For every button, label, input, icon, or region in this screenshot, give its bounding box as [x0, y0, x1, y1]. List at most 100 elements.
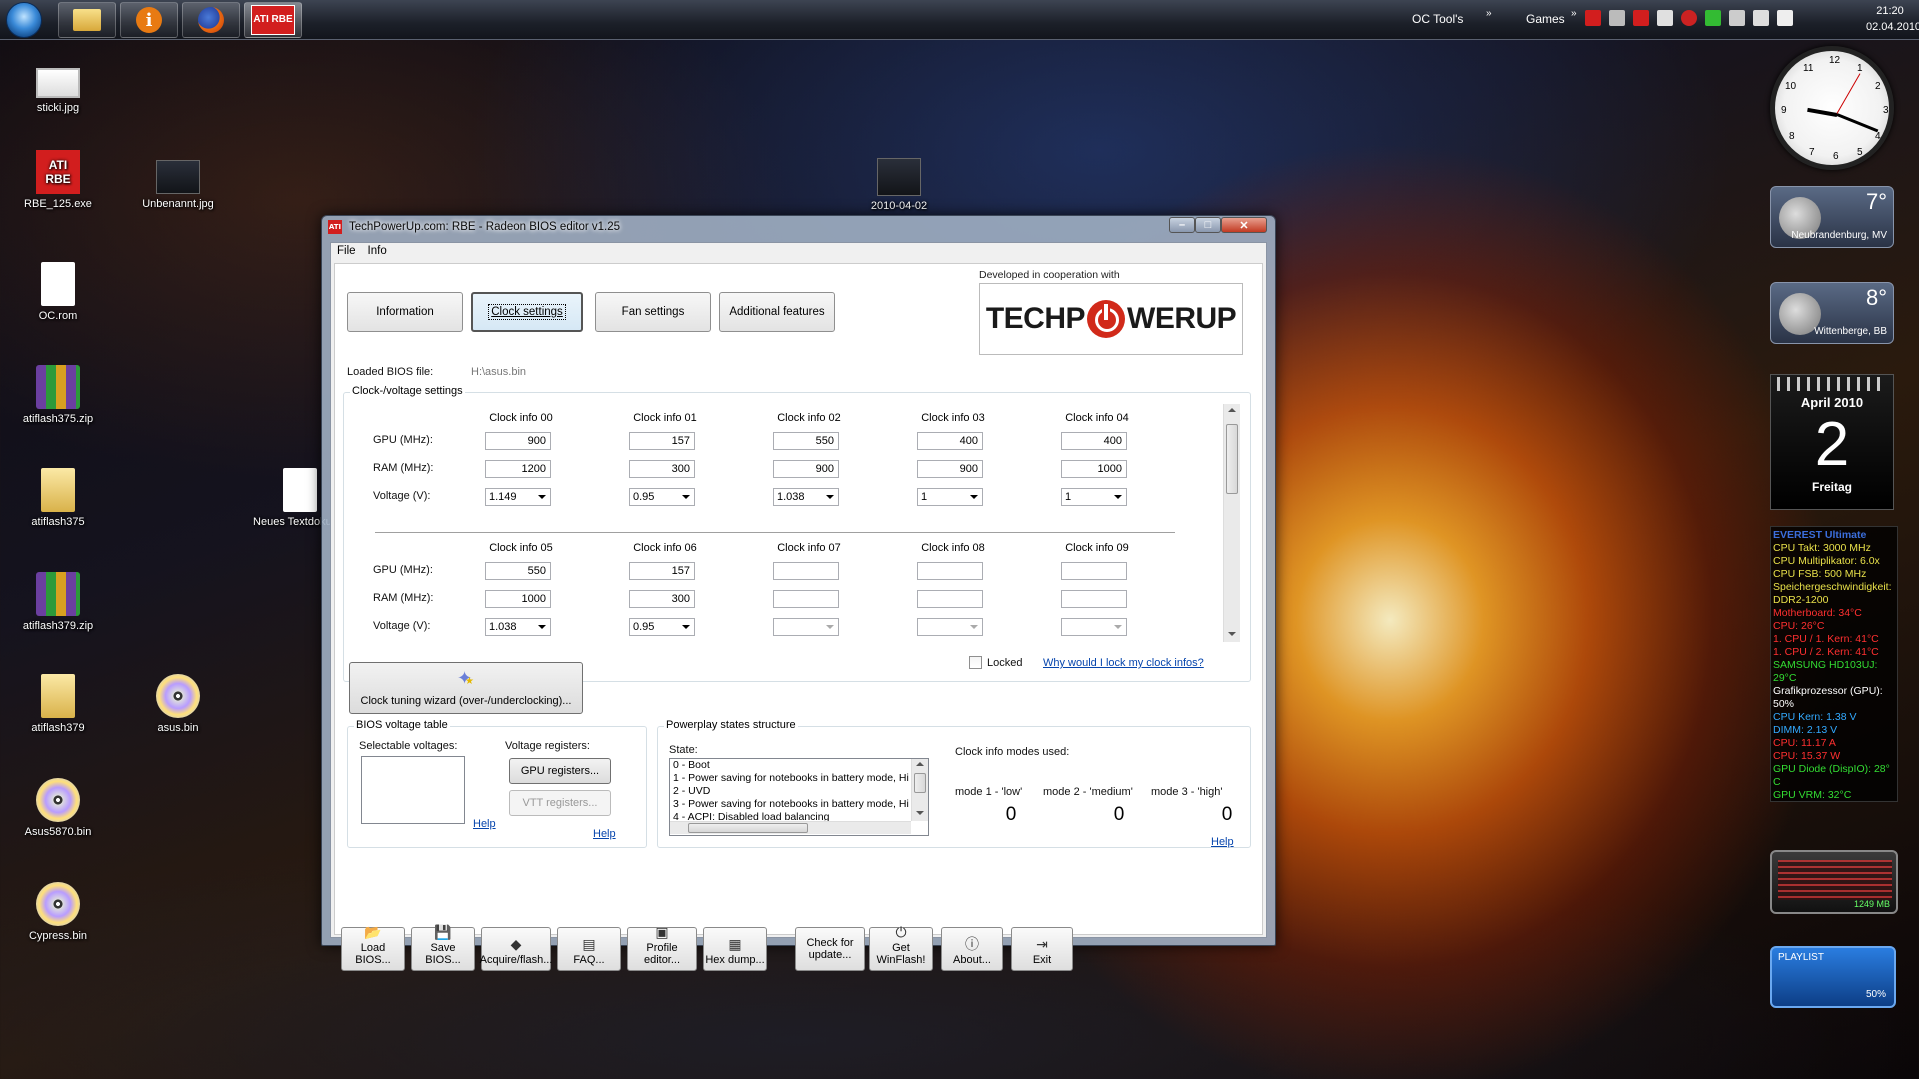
- toolbar-oc-tools[interactable]: OC Tool's: [1412, 12, 1463, 26]
- desktop-icon-sticki[interactable]: sticki.jpg: [8, 58, 108, 114]
- volume-icon[interactable]: [1753, 10, 1769, 26]
- selectable-voltages-list[interactable]: [361, 756, 465, 824]
- maximize-button[interactable]: □: [1195, 217, 1221, 233]
- load-bios-button[interactable]: 📂 Load BIOS...: [341, 925, 405, 971]
- get-winflash-button[interactable]: ⏻ Get WinFlash!: [869, 925, 933, 971]
- clock-info-03-voltage-select[interactable]: 1: [917, 488, 983, 506]
- desktop-icon-asus5870bin[interactable]: Asus5870.bin: [8, 778, 108, 838]
- clock-info-01-voltage-select[interactable]: 0.95: [629, 488, 695, 506]
- desktop-icon-atiflash375zip[interactable]: atiflash375.zip: [8, 365, 108, 425]
- ati-tray-icon[interactable]: [1633, 10, 1649, 26]
- cpu-meter-gadget[interactable]: 1249 MB: [1770, 850, 1898, 914]
- chevron-down-icon[interactable]: [970, 625, 978, 629]
- save-bios-button[interactable]: 💾 Save BIOS...: [411, 925, 475, 971]
- gpu-registers-button[interactable]: GPU registers...: [509, 758, 611, 784]
- menu-info[interactable]: Info: [362, 243, 393, 261]
- faq-button[interactable]: ▤ FAQ...: [557, 927, 621, 971]
- clock-info-02-ram-input[interactable]: 900: [773, 460, 839, 478]
- speaker-tray-icon[interactable]: [1657, 10, 1673, 26]
- registers-help-link[interactable]: Help: [593, 828, 616, 840]
- weather-gadget-2[interactable]: 8° Wittenberge, BB: [1770, 282, 1894, 344]
- vtt-registers-button[interactable]: VTT registers...: [509, 790, 611, 816]
- lock-info-link[interactable]: Why would I lock my clock infos?: [1043, 657, 1204, 669]
- desktop-icon-atiflash375[interactable]: atiflash375: [8, 468, 108, 528]
- desktop-icon-atiflash379[interactable]: atiflash379: [8, 674, 108, 734]
- minimize-button[interactable]: –: [1169, 217, 1195, 233]
- clock-info-04-gpu-input[interactable]: 400: [1061, 432, 1127, 450]
- clock-info-03-ram-input[interactable]: 900: [917, 460, 983, 478]
- tab-fan-settings[interactable]: Fan settings: [595, 292, 711, 332]
- clock-info-00-ram-input[interactable]: 1200: [485, 460, 551, 478]
- voltage-help-link[interactable]: Help: [473, 818, 496, 830]
- network-tray-icon[interactable]: [1705, 10, 1721, 26]
- hex-dump-button[interactable]: ▦ Hex dump...: [703, 927, 767, 971]
- scroll-up-icon[interactable]: [1228, 408, 1236, 412]
- clock-info-07-gpu-input[interactable]: [773, 562, 839, 580]
- desktop-icon-asusbin[interactable]: asus.bin: [128, 674, 228, 734]
- desktop-icon-screenshot[interactable]: 2010-04-02: [849, 158, 949, 212]
- scroll-thumb[interactable]: [1226, 424, 1238, 494]
- clock-info-03-gpu-input[interactable]: 400: [917, 432, 983, 450]
- window-titlebar[interactable]: ATI TechPowerUp.com: RBE - Radeon BIOS e…: [322, 216, 1275, 238]
- clock-info-00-voltage-select[interactable]: 1.149: [485, 488, 551, 506]
- antivirus-tray-icon[interactable]: [1681, 10, 1697, 26]
- clock-info-09-gpu-input[interactable]: [1061, 562, 1127, 580]
- scroll-thumb[interactable]: [914, 773, 926, 793]
- ati-app-icon[interactable]: ATI: [328, 220, 342, 234]
- ati-tray-icon[interactable]: [1585, 10, 1601, 26]
- powerplay-state-item[interactable]: 3 - Power saving for notebooks in batter…: [670, 798, 928, 811]
- taskbar-info-button[interactable]: i: [120, 2, 178, 38]
- scroll-down-icon[interactable]: [1228, 632, 1236, 636]
- flag-icon[interactable]: [1777, 10, 1793, 26]
- chevron-down-icon[interactable]: [1114, 625, 1122, 629]
- powerplay-state-item[interactable]: 1 - Power saving for notebooks in batter…: [670, 772, 928, 785]
- chevron-down-icon[interactable]: [538, 495, 546, 499]
- acquire-flash-button[interactable]: ◆ Acquire/flash...: [480, 927, 552, 971]
- scroll-thumb[interactable]: [688, 823, 808, 833]
- clock-info-07-ram-input[interactable]: [773, 590, 839, 608]
- profile-editor-button[interactable]: ▣ Profile editor...: [627, 925, 697, 971]
- desktop-icon-ocrom[interactable]: OC.rom: [8, 262, 108, 322]
- playlist-gadget[interactable]: PLAYLIST 50%: [1770, 946, 1896, 1008]
- techpowerup-banner[interactable]: Developed in cooperation with TECHP WERUP: [979, 269, 1249, 375]
- clock-scrollbar[interactable]: [1223, 404, 1240, 642]
- desktop-icon-cypressbin[interactable]: Cypress.bin: [8, 882, 108, 942]
- about-button[interactable]: ⓘ About...: [941, 927, 1003, 971]
- chevron-down-icon[interactable]: [538, 625, 546, 629]
- clock-info-08-gpu-input[interactable]: [917, 562, 983, 580]
- clock-gadget[interactable]: 12 3 6 9 1 2 4 5 7 8 10 11: [1770, 46, 1894, 170]
- clock-info-00-gpu-input[interactable]: 900: [485, 432, 551, 450]
- menu-file[interactable]: File: [331, 243, 362, 261]
- clock-info-06-gpu-input[interactable]: 157: [629, 562, 695, 580]
- chevron-right-icon[interactable]: »: [1571, 8, 1577, 19]
- locked-checkbox[interactable]: [969, 656, 982, 669]
- monitor-tray-icon[interactable]: [1729, 10, 1745, 26]
- everest-gadget[interactable]: EVEREST Ultimate CPU Takt: 3000 MHz CPU M…: [1770, 526, 1898, 802]
- modes-help-link[interactable]: Help: [1211, 836, 1234, 848]
- chevron-down-icon[interactable]: [826, 495, 834, 499]
- clock-info-05-ram-input[interactable]: 1000: [485, 590, 551, 608]
- desktop-icon-rbe[interactable]: ATI RBE RBE_125.exe: [8, 150, 108, 210]
- chevron-down-icon[interactable]: [682, 625, 690, 629]
- scroll-down-icon[interactable]: [916, 811, 924, 815]
- clock-info-08-voltage-select[interactable]: [917, 618, 983, 636]
- clock-info-05-gpu-input[interactable]: 550: [485, 562, 551, 580]
- tab-clock-settings[interactable]: Clock settings: [471, 292, 583, 332]
- powerplay-state-item[interactable]: 0 - Boot: [670, 759, 928, 772]
- clock-info-04-voltage-select[interactable]: 1: [1061, 488, 1127, 506]
- plane-tray-icon[interactable]: [1609, 10, 1625, 26]
- desktop-icon-atiflash379zip[interactable]: atiflash379.zip: [8, 572, 108, 632]
- exit-button[interactable]: ⇥ Exit: [1011, 927, 1073, 971]
- clock-info-05-voltage-select[interactable]: 1.038: [485, 618, 551, 636]
- clock-info-01-ram-input[interactable]: 300: [629, 460, 695, 478]
- taskbar-firefox-button[interactable]: [182, 2, 240, 38]
- weather-gadget-1[interactable]: 7° Neubrandenburg, MV: [1770, 186, 1894, 248]
- clock-info-08-ram-input[interactable]: [917, 590, 983, 608]
- powerplay-state-item[interactable]: 2 - UVD: [670, 785, 928, 798]
- clock-tuning-wizard-button[interactable]: Clock tuning wizard (over-/underclocking…: [349, 662, 583, 714]
- start-button[interactable]: [6, 2, 42, 38]
- chevron-down-icon[interactable]: [1114, 495, 1122, 499]
- taskbar-explorer-button[interactable]: [58, 2, 116, 38]
- clock-info-01-gpu-input[interactable]: 157: [629, 432, 695, 450]
- chevron-right-icon[interactable]: »: [1486, 8, 1492, 19]
